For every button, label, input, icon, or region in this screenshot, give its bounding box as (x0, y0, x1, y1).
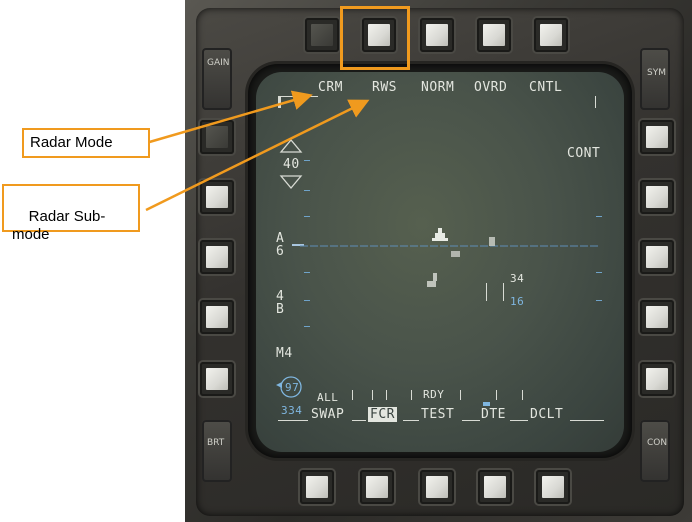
annotation-arrows (145, 90, 370, 212)
radar-submode-callout: Radar Sub- mode (2, 184, 140, 243)
radar-mode-callout-text: Radar Mode (30, 134, 113, 151)
radar-submode-arrow (145, 99, 370, 212)
radar-mode-arrow (145, 90, 313, 145)
radar-mode-callout: Radar Mode (22, 128, 150, 158)
mfd-scene: GAIN SYM BRT CON CRM RWS NORM OVRD CNTL … (0, 0, 692, 522)
